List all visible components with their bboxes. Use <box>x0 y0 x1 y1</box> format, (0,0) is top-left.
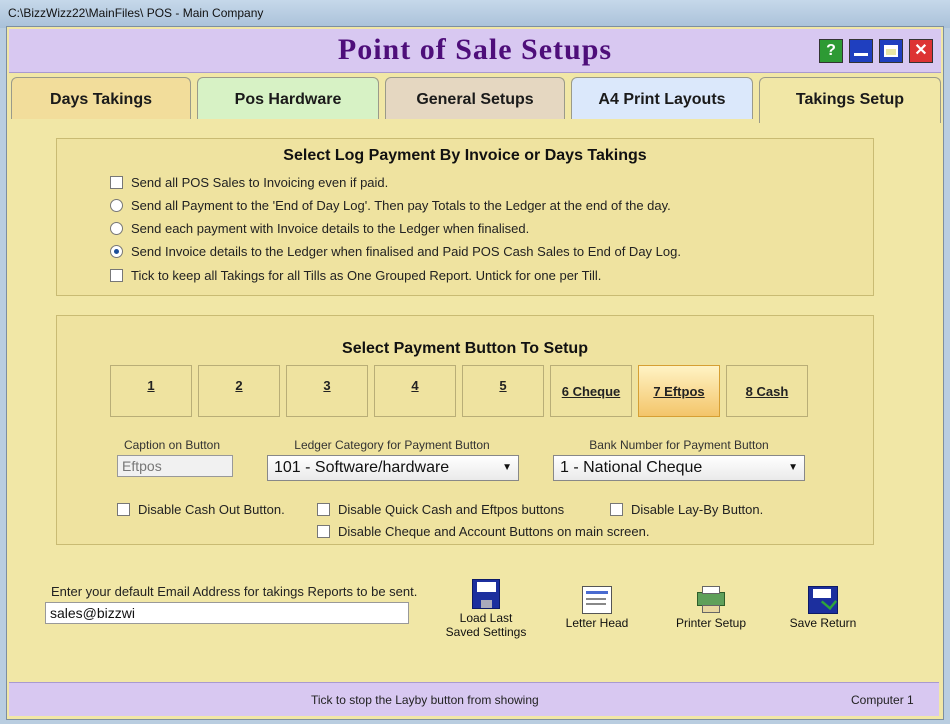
payment-button-8[interactable]: 8 Cash <box>726 365 808 417</box>
radio[interactable] <box>110 221 123 235</box>
payment-button-1[interactable]: 1 <box>110 365 192 417</box>
option-label: Disable Lay-By Button. <box>631 501 764 517</box>
tab-label: Days Takings <box>50 91 152 108</box>
payment-buttons-group: Select Payment Button To Setup 1 2 3 4 5… <box>56 315 874 545</box>
disable-cheque-account[interactable]: Disable Cheque and Account Buttons on ma… <box>317 522 649 540</box>
checkbox[interactable] <box>317 502 330 516</box>
maximize-button[interactable] <box>879 39 903 63</box>
option-label: Send all POS Sales to Invoicing even if … <box>131 174 389 190</box>
disable-quick-cash[interactable]: Disable Quick Cash and Eftpos buttons <box>317 500 564 518</box>
payment-button-label: 3 <box>323 378 331 393</box>
checkbox[interactable] <box>110 175 123 189</box>
option-invoice-and-cash[interactable]: Send Invoice details to the Ledger when … <box>110 242 681 260</box>
minimize-button[interactable] <box>849 39 873 63</box>
email-input[interactable]: sales@bizzwi <box>45 602 409 624</box>
option-label: Send all Payment to the 'End of Day Log'… <box>131 197 671 213</box>
payment-button-label: 1 <box>147 378 155 393</box>
payment-button-3[interactable]: 3 <box>286 365 368 417</box>
payment-button-label: 7 Eftpos <box>653 384 705 399</box>
disable-lay-by[interactable]: Disable Lay-By Button. <box>610 500 763 518</box>
payment-button-label: 2 <box>235 378 243 393</box>
status-message: Tick to stop the Layby button from showi… <box>311 693 539 707</box>
letter-head-label: Letter Head <box>565 616 629 630</box>
header-bar: Point of Sale Setups ? ✕ <box>9 29 941 73</box>
option-end-of-day-log[interactable]: Send all Payment to the 'End of Day Log'… <box>110 196 671 214</box>
checkbox[interactable] <box>110 268 123 282</box>
chevron-down-icon: ▼ <box>502 462 512 473</box>
tab-days-takings[interactable]: Days Takings <box>11 77 191 119</box>
checkbox[interactable] <box>317 524 330 538</box>
printer-setup-icon <box>695 586 727 614</box>
payment-button-2[interactable]: 2 <box>198 365 280 417</box>
minimize-icon <box>854 53 868 56</box>
log-payment-title: Select Log Payment By Invoice or Days Ta… <box>283 147 647 164</box>
printer-setup-button[interactable]: Printer Setup <box>666 586 756 630</box>
bank-label: Bank Number for Payment Button <box>589 438 769 452</box>
load-last-label-2: Saved Settings <box>445 625 527 639</box>
bank-value: 1 - National Cheque <box>560 459 703 476</box>
option-send-to-invoicing[interactable]: Send all POS Sales to Invoicing even if … <box>110 173 388 191</box>
disable-cash-out[interactable]: Disable Cash Out Button. <box>117 500 285 518</box>
tab-pos-hardware[interactable]: Pos Hardware <box>197 77 379 119</box>
option-label: Send Invoice details to the Ledger when … <box>131 243 681 259</box>
option-label: Disable Cheque and Account Buttons on ma… <box>338 523 650 539</box>
letter-head-button[interactable]: Letter Head <box>552 586 642 630</box>
maximize-icon <box>884 45 898 57</box>
close-icon: ✕ <box>914 42 928 59</box>
payment-button-7[interactable]: 7 Eftpos <box>638 365 720 417</box>
option-label: Tick to keep all Takings for all Tills a… <box>131 267 602 283</box>
ledger-value: 101 - Software/hardware <box>274 459 450 476</box>
checkbox[interactable] <box>117 502 130 516</box>
tab-takings-setup[interactable]: Takings Setup <box>759 77 941 123</box>
load-last-label: Load Last <box>459 611 513 625</box>
email-label: Enter your default Email Address for tak… <box>51 584 418 599</box>
status-bar: Tick to stop the Layby button from showi… <box>9 682 939 716</box>
status-computer: Computer 1 <box>851 693 914 707</box>
save-return-button[interactable]: Save Return <box>778 586 868 630</box>
option-label: Disable Quick Cash and Eftpos buttons <box>338 501 565 517</box>
option-grouped-report[interactable]: Tick to keep all Takings for all Tills a… <box>110 266 601 284</box>
close-button[interactable]: ✕ <box>909 39 933 63</box>
save-return-label: Save Return <box>789 616 857 630</box>
payment-button-label: 4 <box>411 378 419 393</box>
payment-button-label: 8 Cash <box>745 384 789 399</box>
window-titlebar: C:\BizzWizz22\MainFiles\ POS - Main Comp… <box>0 0 950 28</box>
chevron-down-icon: ▼ <box>788 462 798 473</box>
printer-setup-label: Printer Setup <box>675 616 747 630</box>
tab-label: Takings Setup <box>795 91 905 108</box>
tab-label: A4 Print Layouts <box>598 91 726 108</box>
payment-button-label: 6 Cheque <box>561 384 621 399</box>
main-window: Point of Sale Setups ? ✕ Days Takings Po… <box>6 26 944 720</box>
floppy-disk-icon <box>472 579 500 609</box>
bank-select[interactable]: 1 - National Cheque ▼ <box>553 455 805 481</box>
letter-head-icon <box>582 586 612 614</box>
help-button[interactable]: ? <box>819 39 843 63</box>
caption-input[interactable]: Eftpos <box>117 455 233 477</box>
ledger-select[interactable]: 101 - Software/hardware ▼ <box>267 455 519 481</box>
option-label: Disable Cash Out Button. <box>138 501 285 517</box>
tab-label: General Setups <box>416 91 534 108</box>
payment-button-6[interactable]: 6 Cheque <box>550 365 632 417</box>
radio-selected[interactable] <box>110 244 123 258</box>
save-return-icon <box>808 586 838 614</box>
payment-button-5[interactable]: 5 <box>462 365 544 417</box>
tab-a4-print-layouts[interactable]: A4 Print Layouts <box>571 77 753 119</box>
window-title: C:\BizzWizz22\MainFiles\ POS - Main Comp… <box>8 6 264 20</box>
checkbox[interactable] <box>610 502 623 516</box>
load-last-button[interactable]: Load Last Saved Settings <box>441 579 531 639</box>
payment-button-label: 5 <box>499 378 507 393</box>
log-payment-group: Select Log Payment By Invoice or Days Ta… <box>56 138 874 296</box>
page-title: Point of Sale Setups <box>337 33 613 66</box>
radio[interactable] <box>110 198 123 212</box>
help-icon: ? <box>826 42 836 59</box>
option-label: Send each payment with Invoice details t… <box>131 220 530 236</box>
tab-label: Pos Hardware <box>234 91 342 108</box>
payment-buttons-title: Select Payment Button To Setup <box>342 340 588 357</box>
tab-general-setups[interactable]: General Setups <box>385 77 565 119</box>
payment-button-4[interactable]: 4 <box>374 365 456 417</box>
caption-label: Caption on Button <box>123 438 221 452</box>
option-each-payment[interactable]: Send each payment with Invoice details t… <box>110 219 529 237</box>
ledger-label: Ledger Category for Payment Button <box>294 438 490 452</box>
